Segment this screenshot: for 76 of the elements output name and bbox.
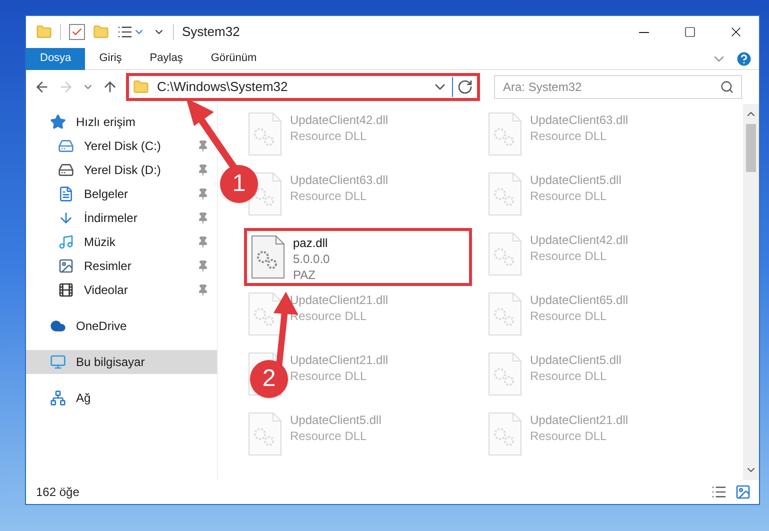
sidebar-item[interactable]: OneDrive <box>26 314 217 338</box>
sidebar-item[interactable]: Müzik <box>26 230 217 254</box>
picture-icon <box>58 258 74 274</box>
properties-icon[interactable] <box>69 24 85 40</box>
help-icon[interactable] <box>735 50 753 68</box>
file-name: UpdateClient21.dll <box>530 412 628 428</box>
file-detail: PAZ <box>293 267 316 283</box>
download-icon <box>58 210 74 226</box>
address-bar[interactable]: C:\Windows\System32 <box>126 73 480 101</box>
refresh-icon[interactable] <box>457 79 473 95</box>
search-field[interactable]: Ara: System32 <box>494 75 742 99</box>
file-detail: Resource DLL <box>530 128 608 144</box>
file-detail: Resource DLL <box>530 248 608 264</box>
film-icon <box>58 282 74 298</box>
file-item[interactable]: paz.dll 5.0.0.0 PAZ <box>244 228 472 286</box>
sidebar-item[interactable]: Resimler <box>26 254 217 278</box>
sidebar-item[interactable]: Videolar <box>26 278 217 302</box>
sidebar-item[interactable]: Bu bilgisayar <box>26 350 217 374</box>
file-name: UpdateClient5.dll <box>530 172 622 188</box>
file-name: UpdateClient42.dll <box>290 112 388 128</box>
sidebar-item[interactable]: Hızlı erişim <box>26 110 217 134</box>
file-name: UpdateClient21.dll <box>290 292 388 308</box>
document-icon <box>58 186 74 202</box>
file-detail: Resource DLL <box>290 368 368 384</box>
file-detail: 5.0.0.0 <box>293 251 330 267</box>
music-note-icon <box>58 234 74 250</box>
file-name: UpdateClient42.dll <box>530 232 628 248</box>
scrollbar-thumb[interactable] <box>746 124 756 172</box>
monitor-icon <box>50 354 66 370</box>
pin-icon[interactable] <box>197 236 209 248</box>
list-icon[interactable] <box>117 24 133 40</box>
pin-icon[interactable] <box>197 212 209 224</box>
search-icon[interactable] <box>720 80 734 94</box>
file-detail: Resource DLL <box>290 128 368 144</box>
sidebar-item[interactable]: Yerel Disk (C:) <box>26 134 217 158</box>
pin-icon[interactable] <box>197 164 209 176</box>
details-view-icon[interactable] <box>711 484 727 500</box>
star-icon <box>50 114 66 130</box>
sidebar-item[interactable]: Yerel Disk (D:) <box>26 158 217 182</box>
drive-icon <box>58 162 74 178</box>
pin-icon[interactable] <box>197 284 209 296</box>
ribbon-tab[interactable]: Görünüm <box>196 48 271 70</box>
file-name: paz.dll <box>293 235 329 251</box>
sidebar-item[interactable]: İndirmeler <box>26 206 217 230</box>
pin-icon[interactable] <box>197 140 209 152</box>
file-name: UpdateClient63.dll <box>530 112 628 128</box>
ribbon-tab[interactable]: Dosya <box>26 48 86 70</box>
sidebar-item[interactable]: Belgeler <box>26 182 217 206</box>
file-detail: Resource DLL <box>530 188 608 204</box>
maximize-icon <box>684 26 696 38</box>
ribbon-tab[interactable]: Giriş <box>85 48 136 70</box>
file-detail: Resource DLL <box>530 308 608 324</box>
cloud-icon <box>50 318 66 334</box>
file-name: UpdateClient21.dll <box>290 352 388 368</box>
scrollbar[interactable] <box>743 104 759 480</box>
address-path: C:\Windows\System32 <box>157 78 289 96</box>
large-icons-view-icon[interactable] <box>735 484 751 500</box>
ribbon-tab[interactable]: Paylaş <box>136 48 197 70</box>
file-detail: Resource DLL <box>290 188 368 204</box>
back-icon[interactable] <box>34 79 50 95</box>
window-title: System32 <box>182 23 240 42</box>
item-count: 162 öğe <box>36 484 80 501</box>
pin-icon[interactable] <box>197 260 209 272</box>
network-icon <box>50 390 66 406</box>
up-icon[interactable] <box>102 79 118 95</box>
file-name: UpdateClient5.dll <box>530 352 622 368</box>
pin-icon[interactable] <box>197 188 209 200</box>
file-name: UpdateClient65.dll <box>530 292 628 308</box>
folder-icon <box>133 79 149 95</box>
file-detail: Resource DLL <box>290 428 368 444</box>
drive-icon <box>58 138 74 154</box>
file-detail: Resource DLL <box>530 428 608 444</box>
file-name: UpdateClient5.dll <box>290 412 382 428</box>
sidebar-item[interactable]: Ağ <box>26 386 217 410</box>
file-detail: Resource DLL <box>530 368 608 384</box>
file-name: UpdateClient63.dll <box>290 172 388 188</box>
